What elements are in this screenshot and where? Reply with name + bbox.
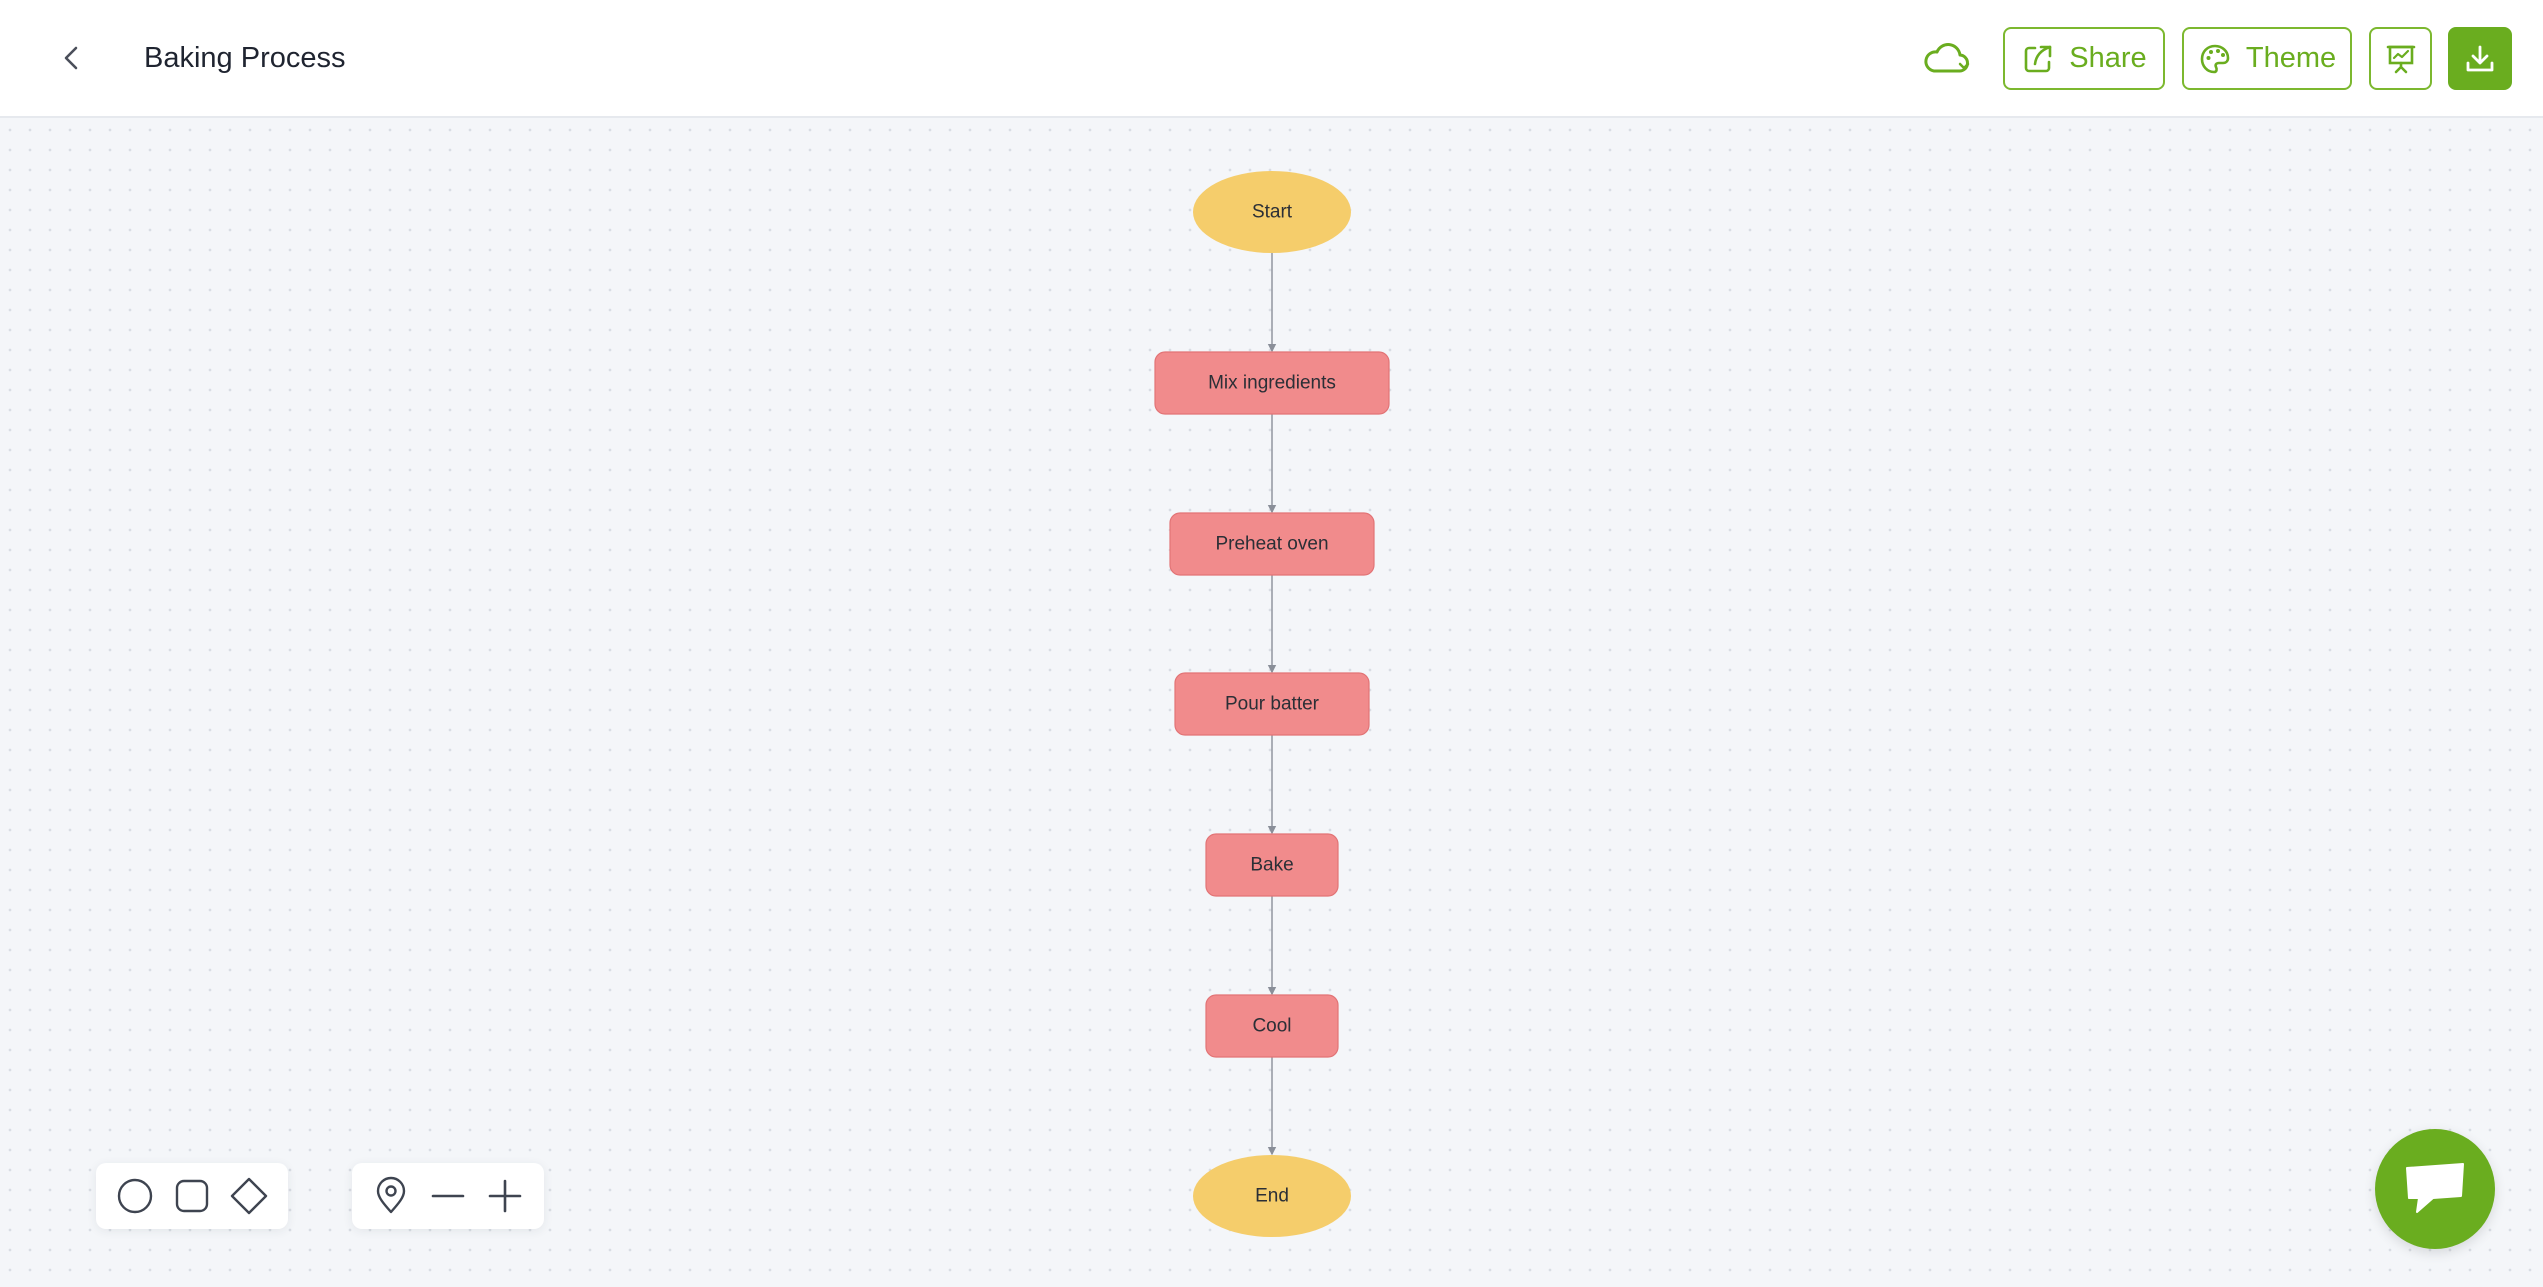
node-pour[interactable]: Pour batter: [1174, 672, 1370, 736]
add-diamond-button[interactable]: [227, 1174, 271, 1218]
zoom-out-button[interactable]: [426, 1174, 470, 1218]
minus-icon: [431, 1194, 465, 1198]
locate-button[interactable]: [369, 1174, 413, 1218]
node-mix[interactable]: Mix ingredients: [1154, 351, 1390, 415]
ellipse-icon: [117, 1178, 152, 1214]
diamond-icon: [231, 1177, 268, 1215]
zoom-in-button[interactable]: [483, 1174, 527, 1218]
zoom-toolbox: [352, 1163, 544, 1229]
node-label: Pour batter: [1225, 694, 1320, 715]
node-label: End: [1255, 1186, 1289, 1207]
node-start[interactable]: Start: [1193, 171, 1351, 253]
location-pin-icon: [376, 1176, 405, 1214]
node-cool[interactable]: Cool: [1205, 994, 1339, 1058]
rounded-square-icon: [175, 1179, 209, 1213]
node-label: Cool: [1252, 1016, 1291, 1037]
chat-button[interactable]: [2375, 1129, 2495, 1249]
node-label: Preheat oven: [1215, 534, 1328, 555]
node-end[interactable]: End: [1193, 1155, 1351, 1237]
plus-icon: [489, 1179, 522, 1213]
node-label: Mix ingredients: [1208, 373, 1336, 394]
node-bake[interactable]: Bake: [1205, 833, 1339, 897]
flowchart: Start Mix ingredients Preheat oven Pour bat…: [1154, 171, 1390, 1237]
node-label: Bake: [1250, 855, 1293, 876]
node-preheat[interactable]: Preheat oven: [1169, 512, 1375, 576]
add-ellipse-button[interactable]: [113, 1174, 157, 1218]
add-rectangle-button[interactable]: [170, 1174, 214, 1218]
node-label: Start: [1252, 202, 1293, 223]
shape-toolbox: [96, 1163, 288, 1229]
chat-bubble-icon: [2406, 1163, 2464, 1213]
